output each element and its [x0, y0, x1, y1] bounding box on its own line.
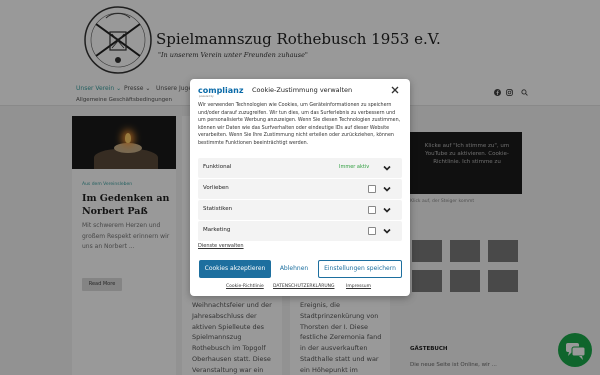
- accept-cookies-button[interactable]: Cookies akzeptieren: [199, 260, 271, 278]
- category-row-funktional[interactable]: Funktional Immer aktiv: [198, 158, 402, 178]
- chevron-down-icon[interactable]: [382, 226, 392, 236]
- category-label: Vorlieben: [203, 185, 229, 191]
- category-row-marketing[interactable]: Marketing: [198, 221, 402, 241]
- close-icon[interactable]: [390, 85, 400, 95]
- consent-checkbox[interactable]: [368, 184, 376, 193]
- consent-checkbox[interactable]: [368, 205, 376, 214]
- category-label: Statistiken: [203, 206, 233, 212]
- imprint-link[interactable]: Impressum: [346, 284, 371, 289]
- manage-services-link[interactable]: Dienste verwalten: [198, 243, 244, 249]
- dialog-title: Cookie-Zustimmung verwalten: [252, 86, 353, 94]
- save-settings-button[interactable]: Einstellungen speichern: [318, 260, 402, 278]
- decline-button[interactable]: Ablehnen: [277, 260, 311, 278]
- privacy-policy-link[interactable]: DATENSCHUTZERKLÄRUNG: [273, 284, 334, 289]
- complianz-logo-sub: powered by: [199, 95, 214, 98]
- chevron-down-icon[interactable]: [382, 184, 392, 194]
- chevron-down-icon[interactable]: [382, 163, 392, 173]
- consent-intro-text: Wir verwenden Technologien wie Cookies, …: [198, 103, 401, 146]
- category-row-statistiken[interactable]: Statistiken: [198, 200, 402, 220]
- complianz-logo: complianz: [198, 86, 244, 95]
- chevron-down-icon[interactable]: [382, 205, 392, 215]
- always-active-label: Immer aktiv: [339, 164, 370, 170]
- category-label: Funktional: [203, 164, 232, 170]
- category-label: Marketing: [203, 227, 231, 233]
- consent-checkbox[interactable]: [368, 226, 376, 235]
- cookie-consent-dialog: complianz powered by Cookie-Zustimmung v…: [190, 79, 410, 296]
- cookie-policy-link[interactable]: Cookie-Richtlinie: [226, 284, 264, 289]
- category-row-vorlieben[interactable]: Vorlieben: [198, 179, 402, 199]
